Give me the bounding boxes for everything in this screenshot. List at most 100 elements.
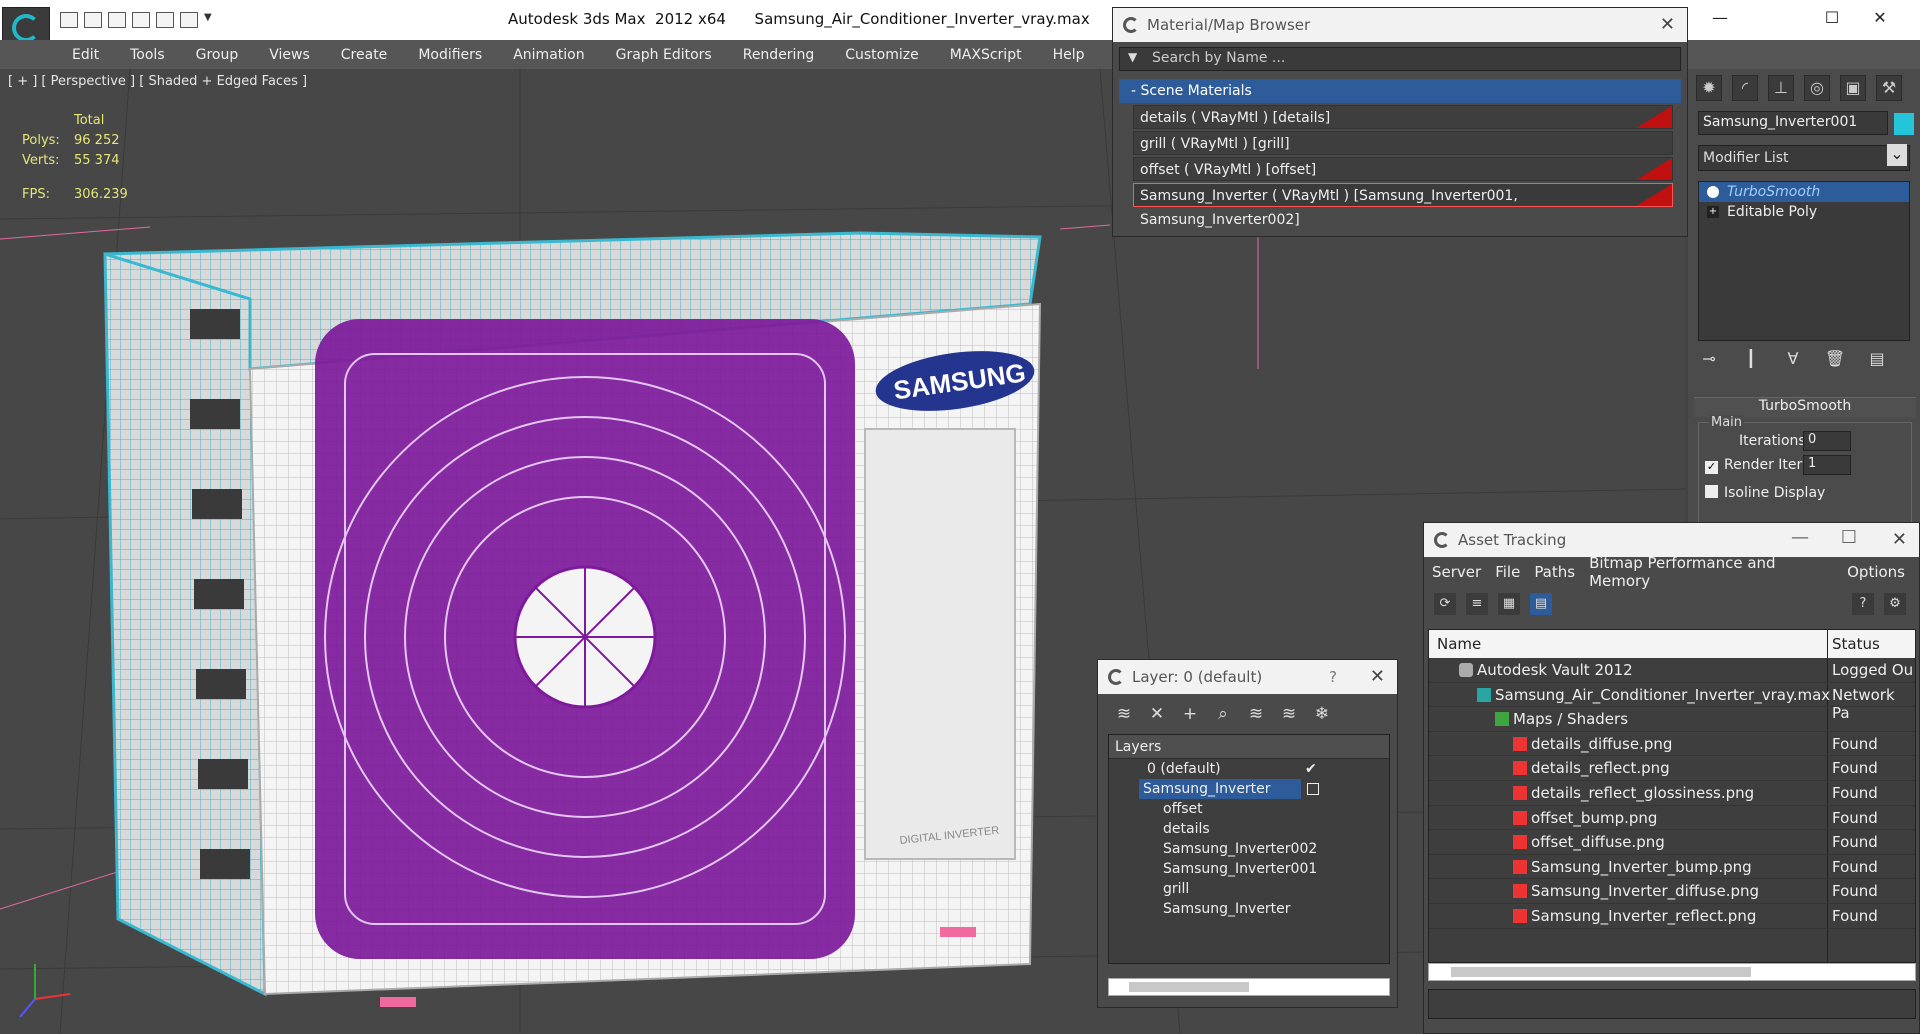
asset-options-icon[interactable]: ⚙	[1884, 593, 1906, 615]
menu-graph-editors[interactable]: Graph Editors	[616, 47, 712, 63]
material-item-details[interactable]: details ( VRayMtl ) [details]	[1133, 105, 1673, 129]
show-end-result-icon[interactable]: ┃	[1740, 349, 1762, 371]
material-item-samsung-inverter[interactable]: Samsung_Inverter ( VRayMtl ) [Samsung_In…	[1133, 183, 1673, 228]
asset-menu-server[interactable]: Server	[1432, 563, 1481, 581]
redo-icon[interactable]	[180, 12, 198, 28]
menu-animation[interactable]: Animation	[513, 47, 584, 63]
menu-create[interactable]: Create	[341, 47, 388, 63]
list-view-icon[interactable]: ≡	[1466, 593, 1488, 615]
menu-customize[interactable]: Customize	[845, 47, 919, 63]
menu-maxscript[interactable]: MAXScript	[950, 47, 1022, 63]
asset-row-map[interactable]: Samsung_Inverter_diffuse.png Found	[1429, 879, 1915, 904]
thumbnail-view-icon[interactable]: ▦	[1498, 593, 1520, 615]
asset-menu-bitmap-performance[interactable]: Bitmap Performance and Memory	[1589, 554, 1833, 590]
asset-maximize-button[interactable]: ☐	[1841, 527, 1857, 548]
render-iters-checkbox[interactable]: ✓	[1705, 461, 1718, 474]
asset-menu-options[interactable]: Options	[1847, 563, 1905, 581]
highlight-layer-icon[interactable]: ≋	[1246, 704, 1266, 724]
hierarchy-tab-icon[interactable]: ⊥	[1768, 75, 1794, 101]
iterations-spinner[interactable]: 0	[1803, 431, 1851, 451]
material-item-offset[interactable]: offset ( VRayMtl ) [offset]	[1133, 157, 1673, 181]
asset-row-map[interactable]: details_reflect.png Found	[1429, 756, 1915, 781]
material-browser-titlebar[interactable]: Material/Map Browser ✕	[1113, 8, 1687, 42]
asset-tracking-titlebar[interactable]: Asset Tracking — ☐ ✕	[1424, 523, 1919, 557]
menu-help[interactable]: Help	[1053, 47, 1085, 63]
close-button[interactable]: ✕	[1860, 6, 1900, 30]
freeze-all-icon[interactable]: ❄	[1312, 704, 1332, 724]
qat-dropdown-icon[interactable]: ▼	[204, 12, 212, 28]
delete-layer-icon[interactable]: ✕	[1147, 704, 1167, 724]
configure-sets-icon[interactable]: ▤	[1866, 349, 1888, 371]
layer-object-row[interactable]: grill	[1109, 879, 1389, 899]
isoline-checkbox[interactable]	[1705, 485, 1718, 498]
layer-window-titlebar[interactable]: Layer: 0 (default) ? ✕	[1098, 660, 1397, 694]
asset-row-map[interactable]: details_reflect_glossiness.png Found	[1429, 781, 1915, 806]
menu-edit[interactable]: Edit	[72, 47, 99, 63]
asset-close-icon[interactable]: ✕	[1892, 529, 1907, 550]
hold-icon[interactable]	[132, 12, 150, 28]
asset-row-map[interactable]: offset_bump.png Found	[1429, 806, 1915, 831]
motion-tab-icon[interactable]: ◎	[1804, 75, 1830, 101]
asset-path-field[interactable]	[1428, 989, 1916, 1019]
layer-object-row[interactable]: Samsung_Inverter	[1109, 899, 1389, 919]
display-tab-icon[interactable]: ▣	[1840, 75, 1866, 101]
maximize-button[interactable]: ☐	[1812, 6, 1852, 30]
new-scene-icon[interactable]	[108, 12, 126, 28]
menu-rendering[interactable]: Rendering	[743, 47, 815, 63]
table-view-icon[interactable]: ▤	[1530, 593, 1552, 615]
layer-window-close-icon[interactable]: ✕	[1370, 666, 1385, 687]
hide-all-icon[interactable]: ≋	[1279, 704, 1299, 724]
layer-horizontal-scrollbar[interactable]	[1108, 978, 1390, 996]
viewport-label[interactable]: [ + ] [ Perspective ] [ Shaded + Edged F…	[8, 74, 307, 89]
stack-item-turbosmooth[interactable]: TurboSmooth	[1699, 182, 1909, 202]
add-to-layer-icon[interactable]: +	[1180, 704, 1200, 724]
select-objects-icon[interactable]: ⌕	[1213, 704, 1233, 724]
modifier-list-dropdown[interactable]: Modifier List	[1698, 144, 1910, 171]
undo-icon[interactable]	[156, 12, 174, 28]
asset-help-icon[interactable]: ?	[1852, 593, 1874, 615]
material-browser-close-icon[interactable]: ✕	[1660, 14, 1675, 35]
scene-materials-header[interactable]: - Scene Materials	[1119, 79, 1681, 103]
create-layer-icon[interactable]: ≋	[1114, 704, 1134, 724]
modify-tab-icon[interactable]: ◜	[1732, 75, 1758, 101]
create-tab-icon[interactable]: ✹	[1696, 75, 1722, 101]
open-file-icon[interactable]	[60, 12, 78, 28]
make-unique-icon[interactable]: ∀	[1782, 349, 1804, 371]
asset-row-map[interactable]: offset_diffuse.png Found	[1429, 830, 1915, 855]
layer-object-row[interactable]: Samsung_Inverter002	[1109, 839, 1389, 859]
asset-row-map[interactable]: Samsung_Inverter_reflect.png Found	[1429, 904, 1915, 929]
material-search-input[interactable]: Search by Name ...	[1119, 47, 1681, 71]
turbosmooth-rollout-header[interactable]: TurboSmooth	[1694, 397, 1916, 417]
layer-row-samsung-inverter[interactable]: Samsung_Inverter	[1109, 779, 1389, 799]
refresh-icon[interactable]: ⟳	[1434, 593, 1456, 615]
asset-row-map[interactable]: details_diffuse.png Found	[1429, 732, 1915, 757]
asset-menu-file[interactable]: File	[1495, 563, 1520, 581]
menu-tools[interactable]: Tools	[130, 47, 165, 63]
save-file-icon[interactable]	[84, 12, 102, 28]
pin-stack-icon[interactable]: ⊸	[1698, 349, 1720, 371]
asset-menu-paths[interactable]: Paths	[1534, 563, 1575, 581]
column-status-header[interactable]: Status	[1832, 635, 1880, 653]
help-icon[interactable]: ?	[1329, 668, 1337, 686]
layer-object-row[interactable]: Samsung_Inverter001	[1109, 859, 1389, 879]
utilities-tab-icon[interactable]: ⚒	[1876, 75, 1902, 101]
minimize-button[interactable]: —	[1700, 6, 1740, 30]
expand-plus-icon[interactable]: +	[1707, 206, 1719, 218]
layers-column-header[interactable]: Layers	[1109, 735, 1389, 759]
asset-row-maps-shaders[interactable]: Maps / Shaders	[1429, 707, 1915, 732]
layer-object-row[interactable]: details	[1109, 819, 1389, 839]
menu-modifiers[interactable]: Modifiers	[418, 47, 482, 63]
column-name-header[interactable]: Name	[1437, 635, 1481, 653]
layer-object-row[interactable]: offset	[1109, 799, 1389, 819]
object-color-swatch[interactable]	[1894, 113, 1914, 135]
layer-row-default[interactable]: 0 (default) ✔	[1109, 759, 1389, 779]
asset-row-vault[interactable]: Autodesk Vault 2012 Logged Ou	[1429, 658, 1915, 683]
asset-minimize-button[interactable]: —	[1791, 527, 1809, 548]
lightbulb-icon[interactable]	[1707, 186, 1719, 198]
remove-modifier-icon[interactable]: 🗑	[1824, 349, 1846, 371]
object-name-field[interactable]: Samsung_Inverter001	[1698, 111, 1888, 135]
menu-views[interactable]: Views	[269, 47, 310, 63]
render-iters-spinner[interactable]: 1	[1803, 455, 1851, 475]
material-item-grill[interactable]: grill ( VRayMtl ) [grill]	[1133, 131, 1673, 155]
set-current-layer-box[interactable]	[1307, 783, 1319, 795]
